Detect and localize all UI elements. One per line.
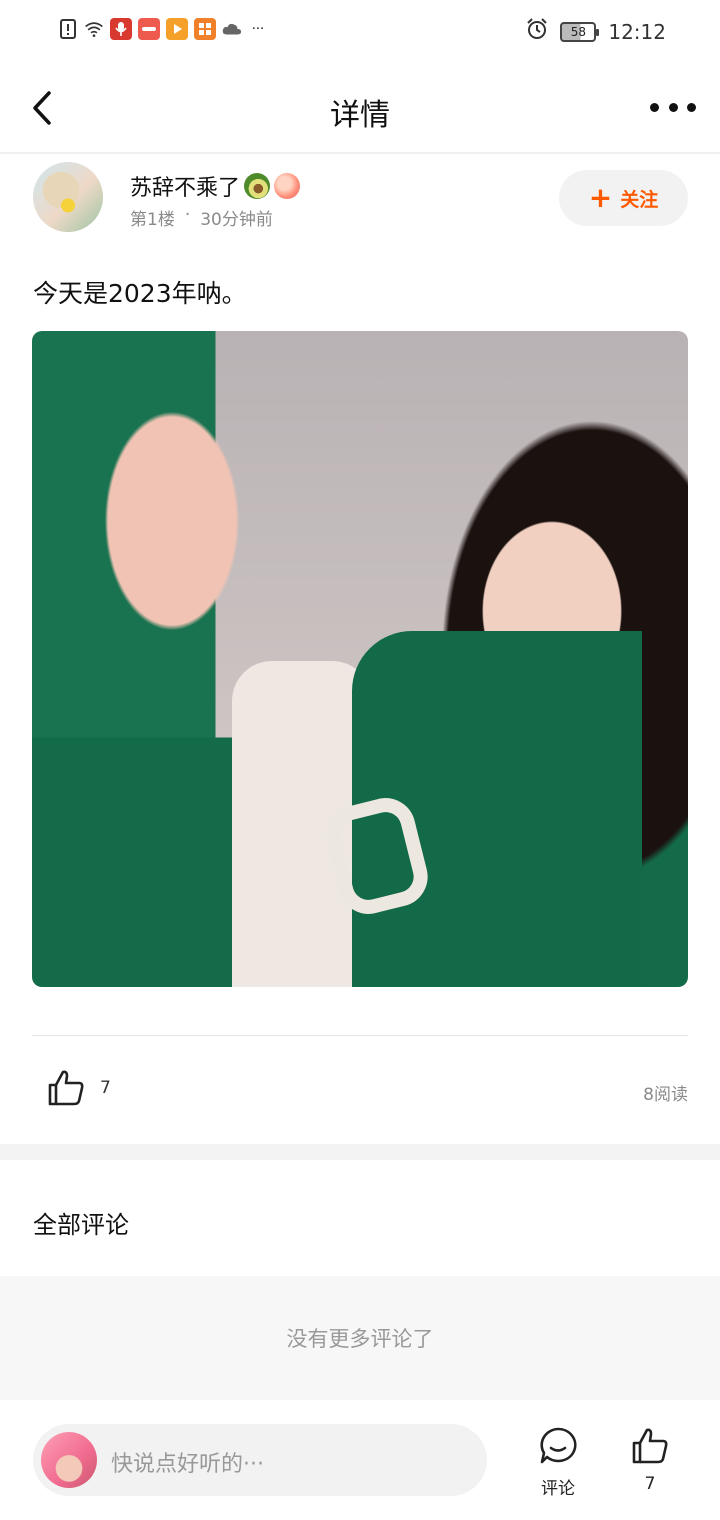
read-count: 8阅读 — [643, 1085, 688, 1105]
divider — [32, 1035, 688, 1036]
my-avatar — [41, 1432, 97, 1488]
comments-title: 全部评论 — [33, 1211, 129, 1239]
post-meta: 第1楼 · 30分钟前 — [130, 205, 273, 230]
bottom-like-count: 7 — [644, 1474, 656, 1494]
recorder-app-icon — [110, 18, 132, 40]
video-app-icon — [166, 18, 188, 40]
thumbs-up-icon — [632, 1428, 668, 1464]
post-like-button[interactable]: 7 — [46, 1068, 111, 1108]
page-title: 详情 — [330, 98, 390, 133]
cloud-icon — [222, 18, 242, 40]
comment-label: 评论 — [541, 1479, 575, 1499]
plus-icon: + — [588, 181, 613, 214]
status-bar: ··· 58 12:12 — [0, 0, 720, 62]
dot-icon — [650, 102, 659, 112]
avocado-emoji-icon — [244, 173, 271, 199]
author-name-row[interactable]: 苏辞不乘了 — [130, 170, 301, 202]
clock-time: 12:12 — [608, 19, 666, 44]
peach-emoji-icon — [274, 173, 301, 199]
author-avatar[interactable] — [33, 162, 103, 232]
comment-bubble-icon — [540, 1427, 577, 1464]
comment-button[interactable]: 评论 — [528, 1426, 588, 1499]
thumbs-up-icon — [48, 1070, 84, 1106]
battery-indicator: 58 — [560, 21, 600, 42]
notification-alert-icon — [58, 18, 78, 40]
more-notifications-icon: ··· — [251, 21, 265, 37]
music-app-icon — [138, 18, 160, 40]
bottom-like-button[interactable]: 7 — [620, 1426, 680, 1494]
post-time: 30分钟前 — [200, 210, 273, 230]
bottom-bar: 快说点好听的··· 评论 7 — [0, 1400, 720, 1520]
section-separator — [0, 1144, 720, 1160]
follow-label: 关注 — [620, 188, 659, 211]
status-icons-left: ··· — [58, 18, 268, 40]
top-nav-bar: 详情 — [0, 62, 720, 154]
alarm-icon — [526, 18, 548, 45]
game-app-icon — [194, 18, 216, 40]
status-icons-right: 58 12:12 — [526, 18, 666, 45]
dot-icon — [668, 102, 678, 112]
post-photo[interactable] — [32, 331, 688, 987]
more-options-button[interactable] — [650, 92, 696, 122]
wifi-icon — [84, 18, 104, 40]
post-text: 今天是2023年呐。 — [33, 279, 247, 308]
comment-input[interactable]: 快说点好听的··· — [33, 1424, 487, 1496]
no-more-comments: 没有更多评论了 — [0, 1276, 720, 1400]
meta-separator: · — [184, 205, 191, 225]
dot-icon — [687, 102, 696, 112]
like-count: 7 — [100, 1078, 111, 1098]
no-more-comments-text: 没有更多评论了 — [286, 1327, 434, 1351]
author-name: 苏辞不乘了 — [130, 176, 241, 201]
comment-input-placeholder: 快说点好听的··· — [111, 1452, 264, 1477]
floor-number: 第1楼 — [130, 210, 175, 230]
follow-button[interactable]: + 关注 — [559, 170, 688, 226]
